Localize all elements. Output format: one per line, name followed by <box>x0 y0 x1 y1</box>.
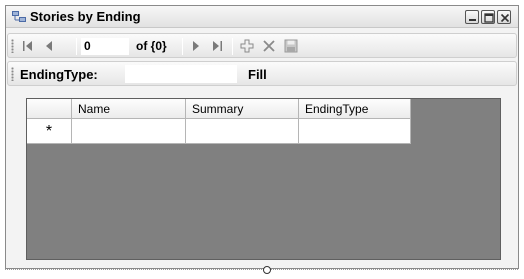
toolbar-grip[interactable] <box>11 67 14 81</box>
move-last-icon[interactable] <box>208 37 226 55</box>
resize-handle[interactable] <box>263 266 271 274</box>
move-next-icon[interactable] <box>186 37 204 55</box>
toolbar-separator <box>182 38 183 55</box>
save-icon[interactable] <box>282 37 300 55</box>
window-title: Stories by Ending <box>30 9 141 24</box>
new-row-marker-icon: * <box>45 123 53 140</box>
column-header-name[interactable]: Name <box>72 99 186 119</box>
column-header-summary[interactable]: Summary <box>186 99 299 119</box>
title-bar[interactable]: Stories by Ending <box>6 6 518 28</box>
form-window: Stories by Ending 0 of {0} EndingType: F… <box>5 5 519 269</box>
position-input[interactable]: 0 <box>81 38 129 55</box>
toolbar-separator <box>232 38 233 55</box>
count-label: of {0} <box>136 39 167 53</box>
binding-navigator: 0 of {0} <box>7 33 517 58</box>
fill-button[interactable]: Fill <box>248 67 267 82</box>
grid-header-row: Name Summary EndingType <box>27 99 411 119</box>
move-previous-icon[interactable] <box>41 37 59 55</box>
grid-corner-header[interactable] <box>27 99 72 119</box>
new-row: * <box>27 119 411 144</box>
close-button[interactable] <box>497 10 511 24</box>
stories-data-grid[interactable]: Name Summary EndingType * <box>26 98 501 260</box>
filter-toolbar: EndingType: Fill <box>7 61 517 86</box>
minimize-button[interactable] <box>465 10 479 24</box>
toolbar-separator <box>76 38 77 55</box>
ending-type-label: EndingType: <box>20 67 98 82</box>
cell-summary[interactable] <box>186 119 299 144</box>
form-icon <box>12 11 26 23</box>
toolbar-grip[interactable] <box>11 39 14 53</box>
designer-selection-border <box>5 269 519 270</box>
delete-icon[interactable] <box>260 37 278 55</box>
ending-type-input[interactable] <box>125 65 237 83</box>
add-new-icon[interactable] <box>238 37 256 55</box>
maximize-button[interactable] <box>481 10 495 24</box>
column-header-endingtype[interactable]: EndingType <box>299 99 411 119</box>
cell-name[interactable] <box>72 119 186 144</box>
cell-endingtype[interactable] <box>299 119 411 144</box>
row-header[interactable]: * <box>27 119 72 144</box>
move-first-icon[interactable] <box>19 37 37 55</box>
